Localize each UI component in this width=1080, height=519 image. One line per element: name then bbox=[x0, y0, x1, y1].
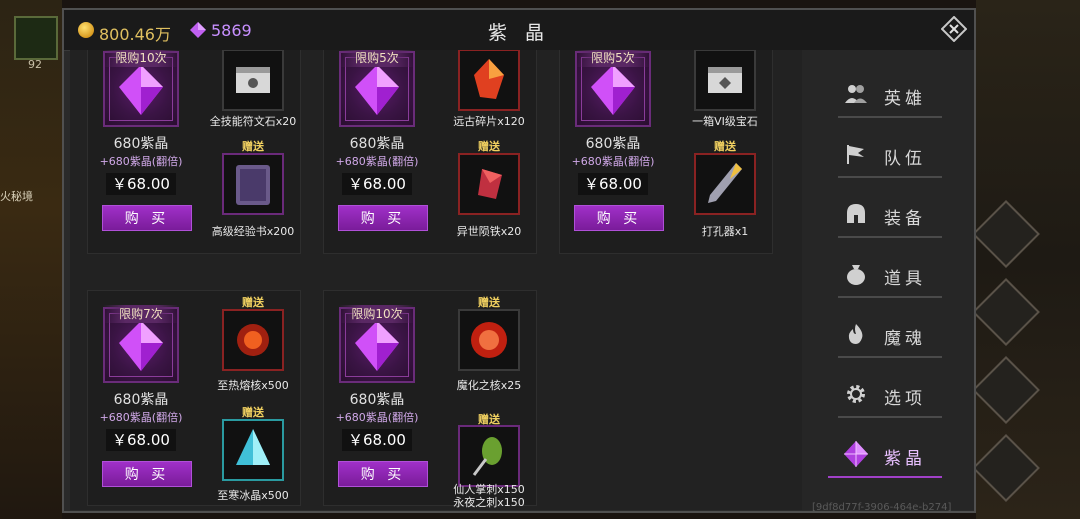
item-name: 至寒冰晶x500 bbox=[217, 489, 289, 502]
purchase-limit: 限购10次 bbox=[339, 305, 415, 323]
gem-bonus: +680紫晶(翻倍) bbox=[571, 155, 655, 168]
exp-book-icon bbox=[222, 153, 284, 215]
item-name: 永夜之刺x150 bbox=[453, 496, 525, 509]
purchase-limit: 限购7次 bbox=[103, 305, 179, 323]
nav-item-crystal[interactable]: 紫晶 bbox=[828, 432, 942, 478]
gift-label: 赠送 bbox=[714, 140, 736, 153]
heroes-icon bbox=[845, 85, 867, 103]
item-name: 高级经验书x200 bbox=[211, 225, 295, 238]
purchase-limit: 限购5次 bbox=[575, 50, 651, 67]
gem-package-name: 680紫晶 bbox=[113, 392, 169, 408]
purchase-limit: 限购5次 bbox=[339, 50, 415, 67]
price: ￥68.00 bbox=[578, 173, 648, 195]
bag-icon bbox=[847, 265, 865, 285]
price: ￥68.00 bbox=[342, 173, 412, 195]
price: ￥68.00 bbox=[342, 429, 412, 451]
ice-crystal-icon bbox=[222, 419, 284, 481]
flame-icon bbox=[848, 324, 863, 344]
price: ￥68.00 bbox=[106, 429, 176, 451]
gem-package-name: 680紫晶 bbox=[113, 136, 169, 152]
nav-item-heroes[interactable]: 英雄 bbox=[838, 72, 942, 118]
gift-label: 赠送 bbox=[478, 296, 500, 309]
gift-label: 赠送 bbox=[242, 406, 264, 419]
helmet-icon bbox=[847, 204, 865, 223]
gift-label: 赠送 bbox=[478, 140, 500, 153]
offer-card: 限购5次 680紫晶 +680紫晶(翻倍) ￥68.00 购 买 一箱VI级宝石… bbox=[559, 50, 773, 254]
nav-label: 选项 bbox=[884, 389, 926, 409]
offer-card: 限购10次 680紫晶 +680紫晶(翻倍) ￥68.00 购 买 全技能符文石… bbox=[87, 50, 301, 254]
bg-menu-icon bbox=[972, 200, 1040, 268]
nav-item-team[interactable]: 队伍 bbox=[838, 132, 942, 178]
item-name: 异世陨铁x20 bbox=[456, 225, 522, 238]
dungeon-name: 火秘境 bbox=[0, 190, 33, 203]
shop-panel: 800.46万 5869 紫 晶 限购10次 680紫晶 +680紫晶(翻倍) … bbox=[62, 8, 976, 513]
offer-card: 限购7次 680紫晶 +680紫晶(翻倍) ￥68.00 购 买 赠送 至热熔核… bbox=[87, 290, 301, 506]
bg-potion-icon bbox=[972, 356, 1040, 424]
cactus-thorn-icon bbox=[458, 425, 520, 487]
gem-bonus: +680紫晶(翻倍) bbox=[99, 411, 183, 424]
price: ￥68.00 bbox=[106, 173, 176, 195]
hot-core-icon bbox=[222, 309, 284, 371]
nav-label: 英雄 bbox=[884, 89, 926, 109]
nav-label: 队伍 bbox=[884, 149, 926, 169]
gem-bonus: +680紫晶(翻倍) bbox=[335, 411, 419, 424]
ancient-shard-icon bbox=[458, 50, 520, 111]
session-id: [9df8d77f-3906-464e-b274] bbox=[812, 502, 952, 513]
close-button[interactable] bbox=[941, 16, 967, 42]
meteor-iron-icon bbox=[458, 153, 520, 215]
offer-card: 限购5次 680紫晶 +680紫晶(翻倍) ￥68.00 购 买 远古碎片x12… bbox=[323, 50, 537, 254]
crystal-icon bbox=[844, 441, 868, 467]
item-name: 至热熔核x500 bbox=[217, 379, 289, 392]
buy-button[interactable]: 购 买 bbox=[338, 461, 428, 487]
rune-chest-icon bbox=[222, 50, 284, 111]
item-name: 全技能符文石x20 bbox=[209, 115, 297, 128]
gem-package-name: 680紫晶 bbox=[585, 136, 641, 152]
offer-grid[interactable]: 限购10次 680紫晶 +680紫晶(翻倍) ￥68.00 购 买 全技能符文石… bbox=[70, 50, 802, 510]
buy-button[interactable]: 购 买 bbox=[574, 205, 664, 231]
nav-label: 道具 bbox=[884, 269, 926, 289]
item-name: 仙人掌刺x150 bbox=[453, 483, 525, 496]
skill-count: 92 bbox=[28, 58, 42, 71]
item-name: 远古碎片x120 bbox=[453, 115, 525, 128]
buy-button[interactable]: 购 买 bbox=[102, 461, 192, 487]
item-name: 打孔器x1 bbox=[701, 225, 749, 238]
item-name: 一箱VI级宝石 bbox=[692, 115, 758, 128]
purchase-limit: 限购10次 bbox=[103, 50, 179, 67]
gear-icon bbox=[847, 385, 865, 403]
page-title: 紫 晶 bbox=[487, 22, 551, 44]
offer-card: 限购10次 680紫晶 +680紫晶(翻倍) ￥68.00 购 买 赠送 魔化之… bbox=[323, 290, 537, 509]
top-bar: 800.46万 5869 紫 晶 bbox=[64, 10, 974, 51]
buy-button[interactable]: 购 买 bbox=[102, 205, 192, 231]
gift-label: 赠送 bbox=[242, 140, 264, 153]
gift-label: 赠送 bbox=[242, 296, 264, 309]
nav-label: 魔魂 bbox=[884, 329, 926, 349]
gem-bonus: +680紫晶(翻倍) bbox=[99, 155, 183, 168]
side-nav: 英雄 队伍 装备 道具 魔魂 选项 紫晶 [9df8d77f-3906-464e… bbox=[802, 50, 974, 513]
flag-icon bbox=[847, 145, 864, 164]
nav-item-items[interactable]: 道具 bbox=[838, 252, 942, 298]
demon-core-icon bbox=[458, 309, 520, 371]
nav-label: 装备 bbox=[884, 209, 926, 229]
nav-item-options[interactable]: 选项 bbox=[838, 372, 942, 418]
item-name: 魔化之核x25 bbox=[456, 379, 522, 392]
nav-item-soul[interactable]: 魔魂 bbox=[838, 312, 942, 358]
gem-chest-icon bbox=[694, 50, 756, 111]
bg-list-icon bbox=[972, 434, 1040, 502]
gem-package-name: 680紫晶 bbox=[349, 392, 405, 408]
hole-puncher-icon bbox=[694, 153, 756, 215]
background-scene-left: 92 火秘境 bbox=[0, 0, 62, 519]
gem-package-name: 680紫晶 bbox=[349, 136, 405, 152]
nav-label: 紫晶 bbox=[884, 449, 926, 469]
leaf-skill-icon bbox=[14, 16, 58, 60]
nav-item-equipment[interactable]: 装备 bbox=[838, 192, 942, 238]
background-scene-right bbox=[972, 0, 1080, 519]
gem-bonus: +680紫晶(翻倍) bbox=[335, 155, 419, 168]
buy-button[interactable]: 购 买 bbox=[338, 205, 428, 231]
bg-team-icon bbox=[972, 278, 1040, 346]
